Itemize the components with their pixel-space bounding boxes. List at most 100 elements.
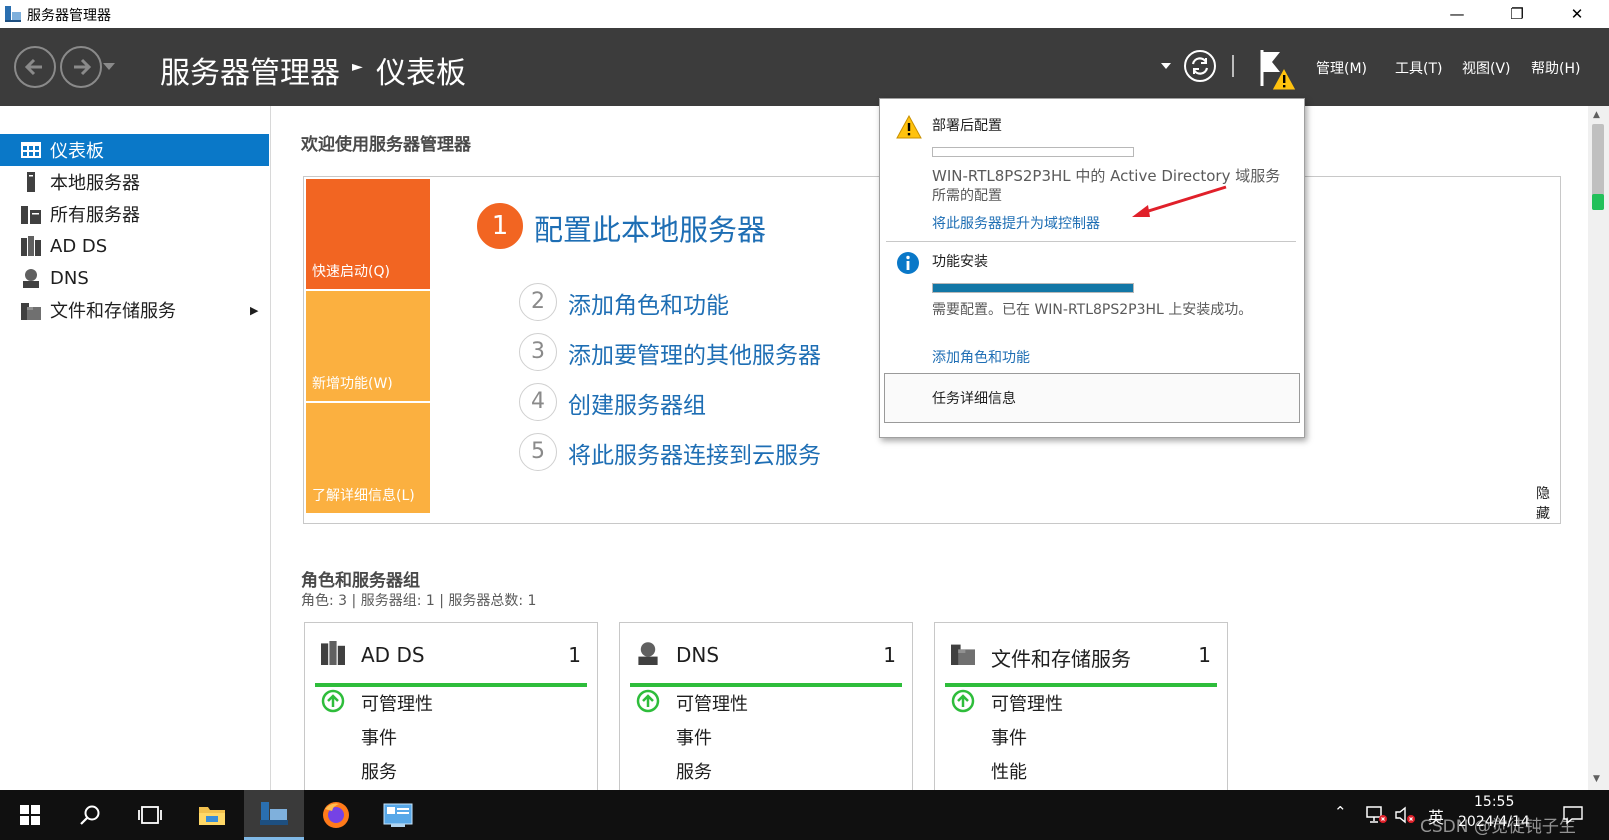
expand-arrow-icon[interactable]: ▶ (250, 304, 258, 317)
add-roles-features-link[interactable]: 添加角色和功能 (932, 347, 1030, 367)
step-3-badge: 3 (519, 333, 557, 371)
scroll-down-icon[interactable]: ▼ (1593, 774, 1600, 784)
sidebar-item-local-server[interactable]: 本地服务器 (0, 166, 269, 198)
card-row-services[interactable]: 服务 (361, 758, 397, 784)
card-title: DNS (676, 643, 720, 667)
card-row-manageability[interactable]: 可管理性 (361, 690, 433, 716)
card-row-events[interactable]: 事件 (991, 724, 1027, 750)
menu-help[interactable]: 帮助(H) (1531, 58, 1580, 78)
task-details-label: 任务详细信息 (932, 391, 1016, 407)
tile-quick-start[interactable]: 快速启动(Q) (306, 179, 430, 289)
action-center-icon[interactable] (1562, 805, 1584, 825)
card-status-bar (630, 683, 902, 687)
server-icon (20, 171, 42, 193)
step-5-link[interactable]: 将此服务器连接到云服务 (568, 436, 821, 470)
step-1-link[interactable]: 配置此本地服务器 (534, 207, 766, 249)
card-title: 文件和存储服务 (991, 647, 1131, 671)
close-button[interactable]: ✕ (1554, 0, 1600, 28)
step-5-badge: 5 (519, 433, 557, 471)
start-button[interactable] (0, 790, 60, 840)
control-panel-button[interactable] (368, 790, 428, 840)
step-3-link[interactable]: 添加要管理的其他服务器 (568, 336, 821, 370)
roles-summary: 角色: 3 | 服务器组: 1 | 服务器总数: 1 (301, 593, 537, 609)
sidebar-item-label: AD DS (50, 235, 108, 257)
refresh-icon[interactable] (1183, 49, 1217, 83)
sidebar-item-dns[interactable]: DNS (0, 262, 269, 294)
sidebar-item-label: 仪表板 (50, 141, 104, 162)
annotation-arrow-icon (1132, 185, 1227, 217)
sidebar-item-label: DNS (50, 267, 89, 289)
windows-logo-icon (20, 805, 40, 825)
file-explorer-button[interactable] (182, 790, 242, 840)
deploy-config-title: 部署后配置 (932, 118, 1002, 134)
sidebar-item-file-storage[interactable]: 文件和存储服务 ▶ (0, 294, 269, 326)
menu-view[interactable]: 视图(V) (1462, 58, 1511, 78)
back-arrow-icon (24, 58, 42, 76)
tile-whats-new-label: 新增功能(W) (312, 376, 393, 392)
card-row-performance[interactable]: 性能 (991, 758, 1027, 784)
history-dropdown-icon[interactable] (103, 63, 115, 71)
role-card-dns[interactable]: DNS 1 可管理性 事件 服务 (619, 622, 913, 790)
breadcrumb-page: 仪表板 (376, 56, 466, 91)
breadcrumb-app: 服务器管理器 (160, 56, 340, 91)
sidebar-item-label: 本地服务器 (50, 173, 140, 194)
server-manager-taskbar-button[interactable] (244, 790, 304, 840)
header-bar: 服务器管理器 ► 仪表板 管理(M) 工具(T) 视图(V) 帮助(H) (0, 28, 1609, 106)
hide-link[interactable]: 隐藏 (1536, 483, 1560, 523)
feature-install-title: 功能安装 (932, 254, 988, 270)
refresh-dropdown-icon[interactable] (1161, 63, 1171, 70)
menu-manage[interactable]: 管理(M) (1316, 58, 1367, 78)
tile-learn-more[interactable]: 了解详细信息(L) (306, 403, 430, 513)
card-row-services[interactable]: 服务 (676, 758, 712, 784)
card-row-events[interactable]: 事件 (361, 724, 397, 750)
step-2-link[interactable]: 添加角色和功能 (568, 286, 729, 320)
status-ok-icon (321, 689, 345, 713)
control-panel-icon (383, 803, 413, 827)
promote-domain-controller-link[interactable]: 将此服务器提升为域控制器 (932, 213, 1100, 233)
firefox-button[interactable] (306, 790, 366, 840)
dns-icon (638, 642, 658, 665)
minimize-button[interactable]: — (1434, 0, 1480, 28)
sidebar-item-label: 所有服务器 (50, 205, 140, 226)
step-4-link[interactable]: 创建服务器组 (568, 386, 706, 420)
tile-whats-new[interactable]: 新增功能(W) (306, 291, 430, 401)
role-card-file-storage[interactable]: 文件和存储服务 1 可管理性 事件 性能 (934, 622, 1228, 790)
volume-icon[interactable] (1394, 806, 1416, 824)
sidebar-item-ad-ds[interactable]: AD DS (0, 230, 269, 262)
back-button[interactable] (14, 46, 56, 88)
forward-button[interactable] (60, 46, 102, 88)
ad-ds-icon (20, 235, 42, 257)
clock-time[interactable]: 15:55 (1474, 794, 1514, 810)
scrollbar-thumb[interactable] (1592, 124, 1604, 210)
feature-progress-fill (933, 284, 1133, 292)
search-button[interactable] (60, 790, 120, 840)
breadcrumb-separator-icon: ► (352, 59, 363, 75)
card-row-manageability[interactable]: 可管理性 (676, 690, 748, 716)
card-count: 1 (1198, 643, 1211, 667)
card-row-manageability[interactable]: 可管理性 (991, 690, 1063, 716)
card-count: 1 (883, 643, 896, 667)
tray-overflow-icon[interactable]: ⌃ (1334, 803, 1347, 821)
notifications-flag-icon[interactable] (1258, 48, 1298, 92)
task-view-icon (138, 806, 162, 824)
network-icon[interactable] (1366, 806, 1388, 824)
file-storage-icon (20, 299, 42, 321)
vertical-scrollbar[interactable]: ▲ ▼ (1588, 106, 1609, 790)
firefox-icon (323, 802, 349, 828)
server-manager-icon (260, 801, 288, 825)
task-details-button[interactable]: 任务详细信息 (884, 373, 1300, 423)
step-4-badge: 4 (519, 383, 557, 421)
status-ok-icon (636, 689, 660, 713)
sidebar-item-all-servers[interactable]: 所有服务器 (0, 198, 269, 230)
welcome-title: 欢迎使用服务器管理器 (301, 135, 471, 155)
task-view-button[interactable] (120, 790, 180, 840)
scroll-up-icon[interactable]: ▲ (1593, 110, 1600, 120)
restore-button[interactable]: ❐ (1494, 0, 1540, 28)
tile-learn-more-label: 了解详细信息(L) (312, 488, 415, 504)
menu-tools[interactable]: 工具(T) (1395, 58, 1442, 78)
forward-arrow-icon (74, 58, 92, 76)
card-row-events[interactable]: 事件 (676, 724, 712, 750)
card-status-bar (945, 683, 1217, 687)
sidebar-item-dashboard[interactable]: 仪表板 (0, 134, 269, 166)
role-card-ad-ds[interactable]: AD DS 1 可管理性 事件 服务 (304, 622, 598, 790)
